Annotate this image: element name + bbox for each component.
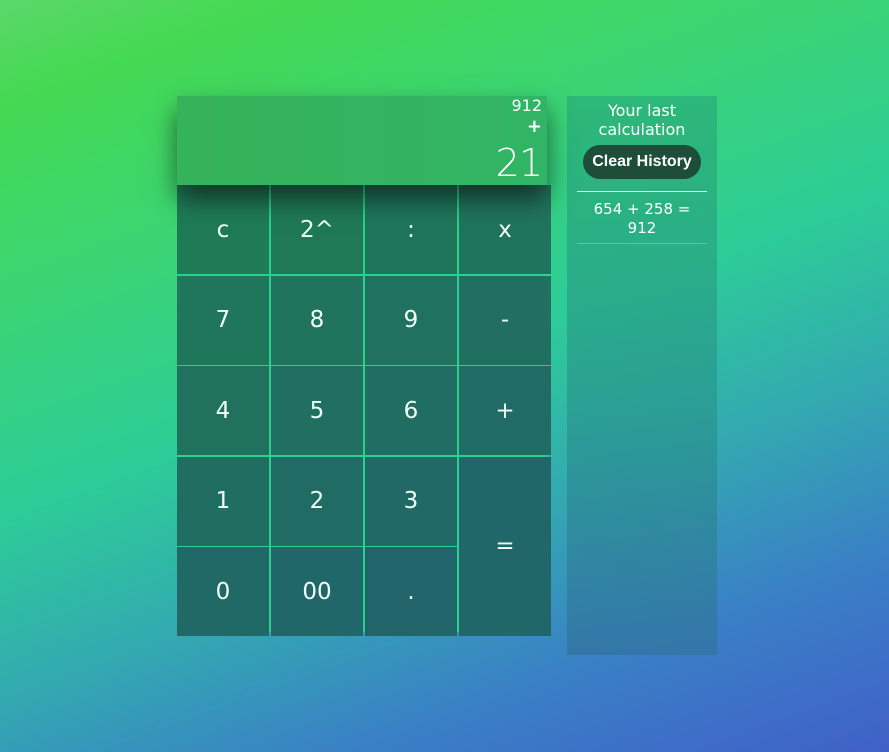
key-2[interactable]: 2 [271, 456, 363, 546]
key-7[interactable]: 7 [177, 275, 269, 365]
calculator-display: 912 + 21 [177, 96, 547, 185]
operator-indicator: + [526, 116, 542, 137]
key-power[interactable]: 2^ [271, 185, 363, 274]
key-0[interactable]: 0 [177, 547, 269, 636]
key-divide[interactable]: : [365, 185, 457, 274]
clear-history-button[interactable]: Clear History [583, 145, 701, 179]
key-5[interactable]: 5 [271, 366, 363, 455]
history-entry[interactable]: 654 + 258 = 912 [577, 192, 707, 244]
key-4[interactable]: 4 [177, 366, 269, 455]
key-8[interactable]: 8 [271, 275, 363, 365]
key-clear[interactable]: c [177, 185, 269, 274]
history-title: Your last calculation [598, 101, 686, 139]
calculator: 912 + 21 c 2^ : x 7 8 9 - 4 5 6 + 1 2 3 … [177, 96, 551, 636]
history-panel: Your last calculation Clear History 654 … [567, 96, 717, 655]
keypad: c 2^ : x 7 8 9 - 4 5 6 + 1 2 3 = 0 00 . [177, 185, 551, 636]
key-1[interactable]: 1 [177, 456, 269, 546]
key-3[interactable]: 3 [365, 456, 457, 546]
key-6[interactable]: 6 [365, 366, 457, 455]
key-decimal[interactable]: . [365, 547, 457, 636]
key-multiply[interactable]: x [459, 185, 551, 274]
key-00[interactable]: 00 [271, 547, 363, 636]
key-equals[interactable]: = [459, 456, 551, 636]
current-operand: 21 [495, 141, 543, 185]
key-minus[interactable]: - [459, 275, 551, 365]
previous-operand: 912 [511, 96, 542, 115]
key-9[interactable]: 9 [365, 275, 457, 365]
key-plus[interactable]: + [459, 366, 551, 455]
